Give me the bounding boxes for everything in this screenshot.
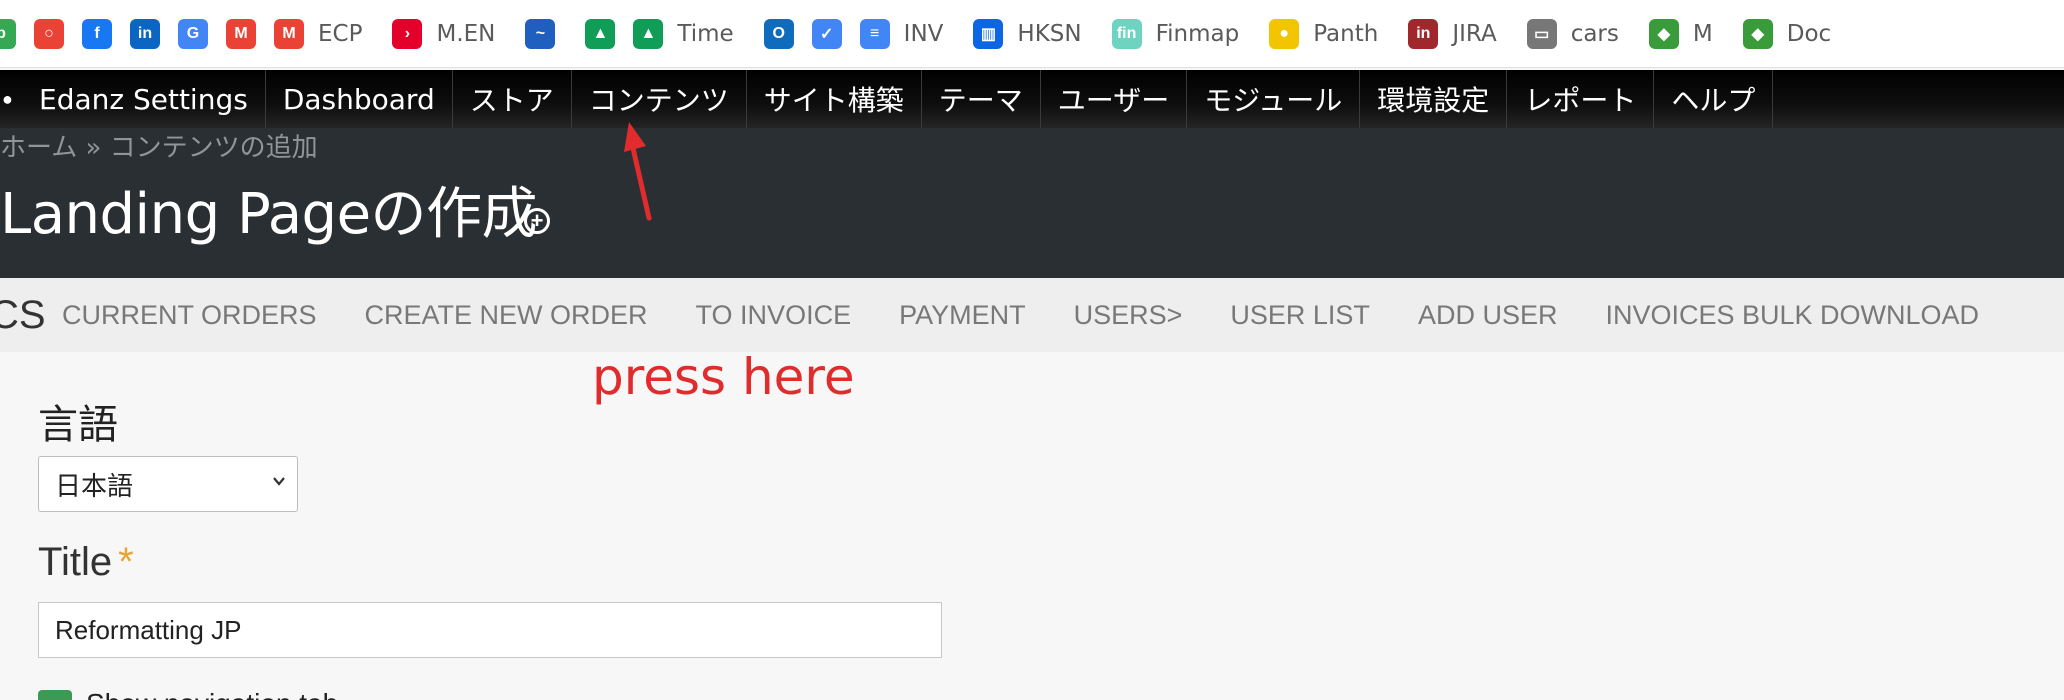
bookmark-check[interactable]: ✓ — [811, 0, 842, 67]
bookmark-label: JIRA — [1452, 20, 1497, 47]
menu-item-reports[interactable]: レポート — [1507, 70, 1655, 128]
annotation-press-here: press here — [592, 348, 855, 406]
chevron-icon: › — [392, 18, 423, 49]
bookmark-hksn[interactable]: ▥ HKSN — [973, 0, 1082, 67]
bee-icon: ● — [1269, 18, 1300, 49]
add-shortcut-icon[interactable]: + — [524, 208, 550, 234]
folder-icon: ▭ — [1526, 18, 1557, 49]
bookmark-m-en[interactable]: › M.EN — [392, 0, 496, 67]
jira-icon: in — [1408, 18, 1439, 49]
linkedin-icon: in — [130, 18, 160, 49]
navigation-tab-checkbox[interactable] — [38, 690, 72, 700]
menu-item-store[interactable]: ストア — [453, 70, 572, 128]
subnav-user-list[interactable]: USER LIST — [1206, 300, 1394, 331]
bookmark-doc[interactable]: ◆ Doc — [1742, 0, 1832, 67]
bookmark-gmail[interactable]: M — [226, 0, 256, 67]
language-select-value: 日本語 — [55, 471, 134, 502]
navigation-tab-checkbox-label: Show navigation tab — [86, 688, 338, 700]
facebook-icon: f — [82, 18, 112, 49]
bookmarks-bar: p○finGMMECP›M.EN~▲▲TimeO✓≡INV▥HKSNfinFin… — [0, 0, 2064, 68]
bookmark-translate[interactable]: G — [178, 0, 208, 67]
menu-item-users[interactable]: ユーザー — [1041, 70, 1188, 128]
bookmark-ecp[interactable]: M ECP — [274, 0, 363, 67]
menu-item-dashboard[interactable]: Dashboard — [266, 70, 453, 128]
docs-icon: ≡ — [859, 18, 890, 49]
subnav-add-user[interactable]: ADD USER — [1394, 300, 1582, 331]
bookmark-label: Doc — [1786, 20, 1832, 47]
bookmark-chart[interactable]: ~ — [525, 0, 556, 67]
translate-icon: G — [178, 18, 208, 49]
page-title: Landing Pageの作成 — [0, 182, 538, 247]
bookmark-cars[interactable]: ▭ cars — [1526, 0, 1619, 67]
admin-home-icon[interactable]: ● — [0, 70, 22, 128]
menu-item-configuration[interactable]: 環境設定 — [1360, 70, 1508, 128]
chevron-down-icon — [273, 477, 285, 486]
bookmark-label: M.EN — [436, 20, 496, 47]
bookmark-label: Finmap — [1155, 20, 1240, 47]
subnav-payment[interactable]: PAYMENT — [875, 300, 1050, 331]
title-field-value: Reformatting JP — [55, 614, 242, 645]
drive-icon: ▲ — [633, 18, 664, 49]
menu-item-modules[interactable]: モジュール — [1187, 70, 1361, 128]
bookmark-facebook[interactable]: f — [82, 0, 112, 67]
circle-icon: ○ — [34, 18, 64, 49]
language-select[interactable]: 日本語 — [38, 456, 298, 512]
annotation-arrow-icon — [624, 122, 652, 221]
fin-icon: fin — [1111, 18, 1142, 49]
menu-item-help[interactable]: ヘルプ — [1654, 70, 1774, 128]
title-label: Title * — [38, 540, 134, 585]
trello-icon: ▥ — [973, 18, 1004, 49]
required-marker: * — [118, 540, 134, 584]
bookmark-label: cars — [1570, 20, 1619, 47]
title-label-text: Title — [38, 540, 113, 584]
menu-item-edanz-settings[interactable]: Edanz Settings — [22, 70, 266, 128]
chart-icon: ~ — [525, 18, 556, 49]
bookmark-label: INV — [903, 20, 944, 47]
bookmark-app[interactable]: p — [0, 0, 16, 67]
bookmark-outlook[interactable]: O — [763, 0, 794, 67]
subnav-to-invoice[interactable]: TO INVOICE — [672, 300, 876, 331]
subnav-create-new-order[interactable]: CREATE NEW ORDER — [341, 300, 672, 331]
bookmark-label: HKSN — [1017, 20, 1082, 47]
bookmark-inv[interactable]: ≡ INV — [859, 0, 944, 67]
subnav-edge-label[interactable]: CS — [0, 293, 46, 338]
bookmark-label: Panth — [1313, 20, 1379, 47]
leaf-icon: ◆ — [1648, 18, 1679, 49]
bookmark-finmap[interactable]: fin Finmap — [1111, 0, 1240, 67]
bookmark-label: Time — [677, 20, 734, 47]
app-icon: p — [0, 18, 16, 49]
bookmark-label: ECP — [318, 20, 363, 47]
gmail-icon: M — [226, 18, 256, 49]
bookmark-m[interactable]: ◆ M — [1648, 0, 1713, 67]
bookmark-drive[interactable]: ▲ — [585, 0, 616, 67]
breadcrumb[interactable]: ホーム » コンテンツの追加 — [0, 128, 318, 168]
menu-item-site-building[interactable]: サイト構築 — [747, 70, 922, 128]
menu-item-content[interactable]: コンテンツ — [572, 70, 747, 128]
title-field[interactable]: Reformatting JP — [38, 602, 942, 658]
check-icon: ✓ — [811, 18, 842, 49]
order-subnav: CS CURRENT ORDERS CREATE NEW ORDER TO IN… — [0, 278, 2064, 352]
subnav-current-orders[interactable]: CURRENT ORDERS — [38, 300, 341, 331]
bookmark-jira[interactable]: in JIRA — [1408, 0, 1497, 67]
bookmark-time[interactable]: ▲ Time — [633, 0, 734, 67]
bookmark-label: M — [1692, 20, 1713, 47]
language-label: 言語 — [38, 402, 118, 448]
admin-menu-bar: ● Edanz Settings Dashboard ストア コンテンツ サイト… — [0, 70, 2064, 128]
subnav-invoices-bulk-download[interactable]: INVOICES BULK DOWNLOAD — [1581, 300, 2003, 331]
menu-item-theme[interactable]: テーマ — [922, 70, 1041, 128]
outlook-icon: O — [763, 18, 794, 49]
bookmark-linkedin[interactable]: in — [130, 0, 160, 67]
bookmark-panth[interactable]: ● Panth — [1269, 0, 1379, 67]
drive-icon: ▲ — [585, 18, 616, 49]
gmail-icon: M — [274, 18, 304, 49]
page-header: ホーム » コンテンツの追加 Landing Pageの作成 + — [0, 128, 2064, 278]
bookmark-circle[interactable]: ○ — [34, 0, 64, 67]
subnav-users[interactable]: USERS> — [1050, 300, 1207, 331]
leaf-icon: ◆ — [1742, 18, 1773, 49]
